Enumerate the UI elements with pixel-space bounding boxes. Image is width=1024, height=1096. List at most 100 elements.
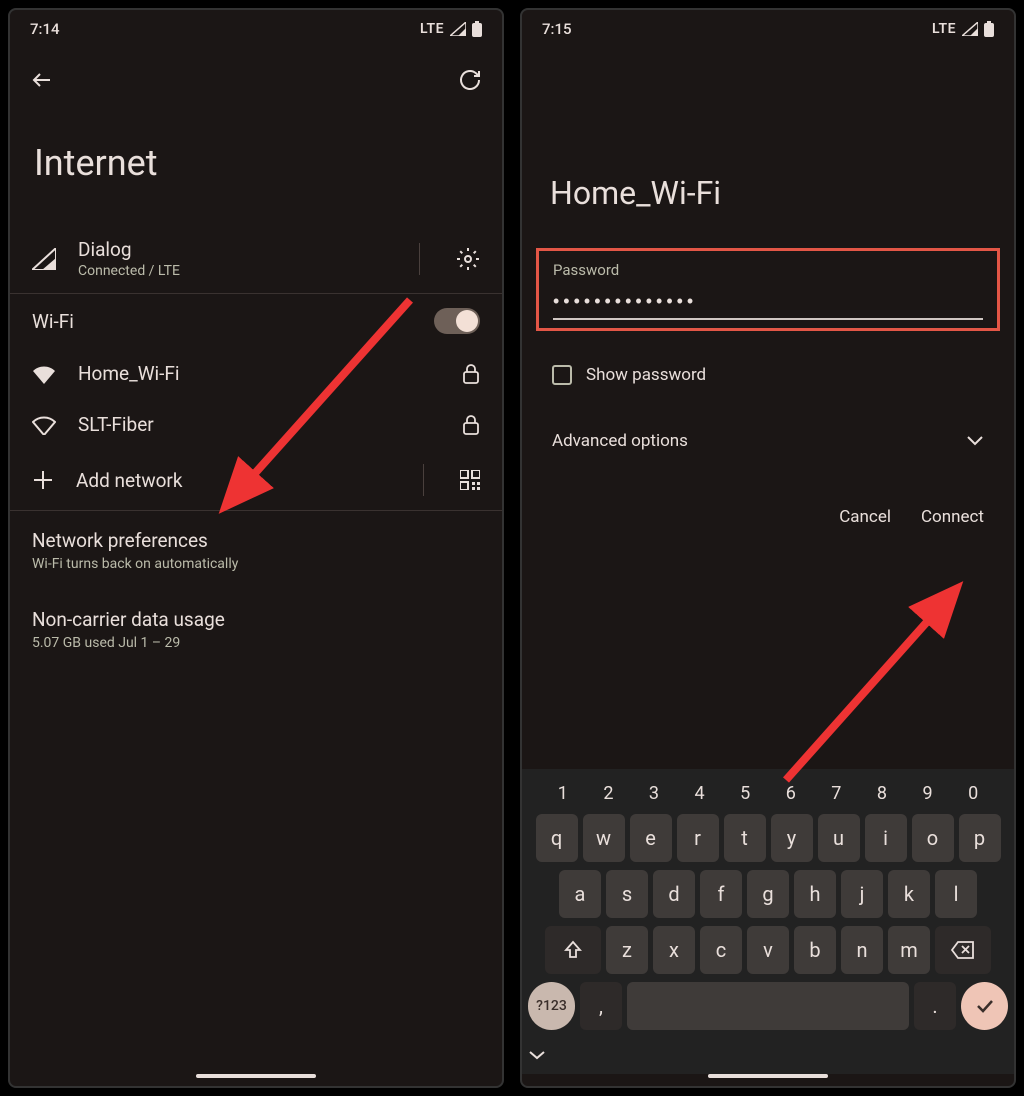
key-k[interactable]: k — [888, 870, 930, 918]
key-x[interactable]: x — [653, 926, 695, 974]
check-icon — [974, 995, 996, 1017]
advanced-options-row[interactable]: Advanced options — [522, 405, 1014, 477]
key-enter[interactable] — [961, 982, 1008, 1030]
password-label: Password — [553, 261, 983, 279]
add-network-row[interactable]: Add network — [10, 450, 502, 510]
dialog-ssid-title: Home_Wi-Fi — [522, 44, 1014, 248]
gear-icon[interactable] — [456, 247, 480, 271]
key-hint[interactable]: 6 — [786, 783, 796, 804]
nav-bar[interactable] — [708, 1074, 828, 1078]
key-s[interactable]: s — [606, 870, 648, 918]
key-i[interactable]: i — [865, 814, 907, 862]
key-f[interactable]: f — [700, 870, 742, 918]
carrier-name: Dialog — [78, 238, 391, 261]
signal-icon — [32, 248, 56, 270]
wifi-toggle[interactable] — [434, 308, 480, 334]
key-e[interactable]: e — [630, 814, 672, 862]
network-row-slt[interactable]: SLT-Fiber — [10, 399, 502, 450]
key-u[interactable]: u — [818, 814, 860, 862]
key-hint[interactable]: 9 — [922, 783, 932, 804]
key-hint[interactable]: 0 — [968, 783, 978, 804]
advanced-label: Advanced options — [552, 431, 688, 451]
back-icon[interactable] — [30, 68, 54, 92]
key-g[interactable]: g — [747, 870, 789, 918]
key-t[interactable]: t — [724, 814, 766, 862]
screen-wifi-password: 7:15 LTE Home_Wi-Fi Password Show passwo… — [520, 8, 1016, 1088]
signal-icon — [962, 22, 978, 36]
wifi-toggle-row: Wi-Fi — [10, 294, 502, 348]
key-o[interactable]: o — [912, 814, 954, 862]
key-a[interactable]: a — [559, 870, 601, 918]
network-row-home[interactable]: Home_Wi-Fi — [10, 348, 502, 399]
status-bar: 7:14 LTE — [10, 10, 502, 44]
status-bar: 7:15 LTE — [522, 10, 1014, 44]
key-v[interactable]: v — [747, 926, 789, 974]
key-w[interactable]: w — [583, 814, 625, 862]
key-m[interactable]: m — [888, 926, 930, 974]
wifi-label: Wi-Fi — [32, 310, 412, 333]
key-symbols[interactable]: ?123 — [528, 982, 575, 1030]
key-n[interactable]: n — [841, 926, 883, 974]
key-hint[interactable]: 5 — [740, 783, 750, 804]
network-ssid: Home_Wi-Fi — [78, 362, 440, 385]
chevron-down-icon — [966, 435, 984, 447]
network-preferences-row[interactable]: Network preferences Wi-Fi turns back on … — [10, 511, 502, 590]
key-comma[interactable]: , — [580, 982, 622, 1030]
password-input[interactable] — [553, 291, 983, 320]
annotation-arrow — [772, 570, 992, 800]
nav-bar[interactable] — [196, 1074, 316, 1078]
keyboard-hint-row: 1 2 3 4 5 6 7 8 9 0 — [528, 783, 1008, 814]
usage-sub: 5.07 GB used Jul 1 – 29 — [32, 635, 480, 651]
key-hint[interactable]: 4 — [695, 783, 705, 804]
key-hint[interactable]: 3 — [649, 783, 659, 804]
status-net-label: LTE — [932, 21, 956, 37]
add-network-label: Add network — [76, 469, 395, 492]
key-l[interactable]: l — [935, 870, 977, 918]
password-field-highlight: Password — [536, 248, 1000, 331]
qr-icon[interactable] — [460, 470, 480, 490]
key-hint[interactable]: 7 — [831, 783, 841, 804]
divider — [423, 464, 424, 496]
status-time: 7:14 — [30, 20, 60, 38]
key-c[interactable]: c — [700, 926, 742, 974]
key-d[interactable]: d — [653, 870, 695, 918]
status-icons: LTE — [420, 21, 482, 37]
divider — [419, 243, 420, 275]
backspace-icon — [951, 941, 975, 959]
show-password-label: Show password — [586, 365, 706, 385]
cancel-button[interactable]: Cancel — [839, 507, 891, 527]
prefs-title: Network preferences — [32, 529, 480, 552]
key-hint[interactable]: 1 — [558, 783, 568, 804]
key-y[interactable]: y — [771, 814, 813, 862]
show-password-checkbox[interactable] — [552, 365, 572, 385]
key-hint[interactable]: 2 — [603, 783, 613, 804]
carrier-row[interactable]: Dialog Connected / LTE — [10, 224, 502, 293]
key-h[interactable]: h — [794, 870, 836, 918]
show-password-row[interactable]: Show password — [522, 331, 1014, 405]
key-j[interactable]: j — [841, 870, 883, 918]
status-icons: LTE — [932, 21, 994, 37]
key-backspace[interactable] — [935, 926, 991, 974]
key-p[interactable]: p — [959, 814, 1001, 862]
key-r[interactable]: r — [677, 814, 719, 862]
key-z[interactable]: z — [606, 926, 648, 974]
key-hint[interactable]: 8 — [877, 783, 887, 804]
key-q[interactable]: q — [536, 814, 578, 862]
key-b[interactable]: b — [794, 926, 836, 974]
refresh-settings-icon[interactable] — [458, 68, 482, 92]
screen-wifi-list: 7:14 LTE Internet Dialog Connected / LTE… — [8, 8, 504, 1088]
prefs-sub: Wi-Fi turns back on automatically — [32, 556, 480, 572]
key-space[interactable] — [627, 982, 909, 1030]
battery-icon — [984, 21, 994, 37]
app-bar — [10, 44, 502, 102]
connect-button[interactable]: Connect — [921, 507, 984, 527]
dialog-actions: Cancel Connect — [522, 477, 1014, 557]
status-net-label: LTE — [420, 21, 444, 37]
keyboard-collapse[interactable] — [528, 1038, 1008, 1066]
page-title: Internet — [10, 102, 502, 224]
chevron-down-icon — [528, 1050, 546, 1060]
lock-icon — [462, 364, 480, 384]
data-usage-row[interactable]: Non-carrier data usage 5.07 GB used Jul … — [10, 590, 502, 669]
key-period[interactable]: . — [914, 982, 956, 1030]
key-shift[interactable] — [545, 926, 601, 974]
